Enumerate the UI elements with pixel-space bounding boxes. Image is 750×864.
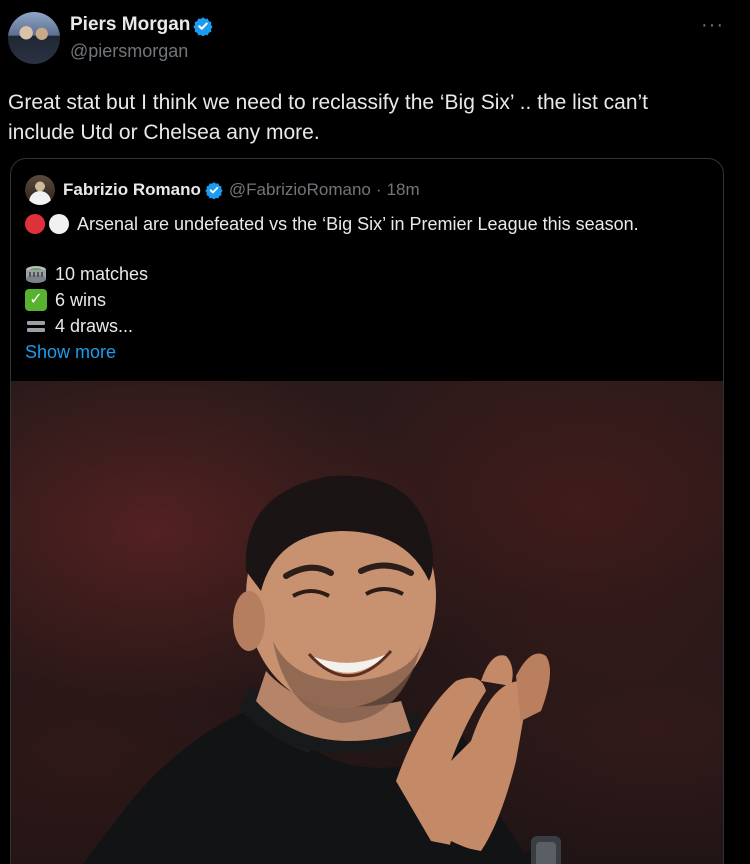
author-name[interactable]: Piers Morgan (70, 14, 190, 36)
timestamp[interactable]: 18m (387, 180, 420, 200)
quoted-tweet-photo[interactable] (11, 381, 723, 864)
show-more-link[interactable]: Show more (25, 342, 116, 363)
quoted-tweet-card[interactable]: Fabrizio Romano @FabrizioRomano · 18m Ar… (10, 158, 724, 864)
check-mark-icon: ✓ (25, 289, 47, 311)
matches-text: 10 matches (55, 263, 149, 284)
headline-text: Arsenal are undefeated vs the ‘Big Six’ … (77, 213, 639, 234)
author-handle[interactable]: @piersmorgan (70, 41, 188, 62)
stadium-icon (25, 264, 47, 284)
stat-wins: ✓ 6 wins (25, 287, 715, 313)
stat-headline: Arsenal are undefeated vs the ‘Big Six’ … (25, 211, 715, 237)
tweet-text: Great stat but I think we need to reclas… (8, 91, 649, 144)
quoted-author-handle[interactable]: @FabrizioRomano (229, 180, 371, 200)
white-circle-icon (49, 214, 69, 234)
wins-text: 6 wins (55, 289, 107, 310)
separator-dot: · (375, 180, 382, 199)
verified-badge-icon (193, 17, 213, 36)
stat-draws: 4 draws... (25, 313, 715, 339)
red-circle-icon (25, 214, 45, 234)
photo-illustration (82, 475, 561, 864)
stat-matches: 10 matches (25, 261, 715, 287)
avatar[interactable] (8, 12, 60, 64)
quoted-avatar[interactable] (25, 175, 55, 205)
verified-badge-icon (205, 182, 223, 199)
equals-icon (25, 316, 47, 336)
quoted-tweet-header: Fabrizio Romano @FabrizioRomano · 18m (25, 175, 420, 205)
more-options-icon[interactable]: ··· (701, 14, 724, 37)
draws-text: 4 draws... (55, 315, 134, 336)
quoted-author-name[interactable]: Fabrizio Romano (63, 180, 201, 200)
show-more-row: Show more (25, 339, 715, 365)
quoted-tweet-text: Arsenal are undefeated vs the ‘Big Six’ … (25, 211, 715, 365)
